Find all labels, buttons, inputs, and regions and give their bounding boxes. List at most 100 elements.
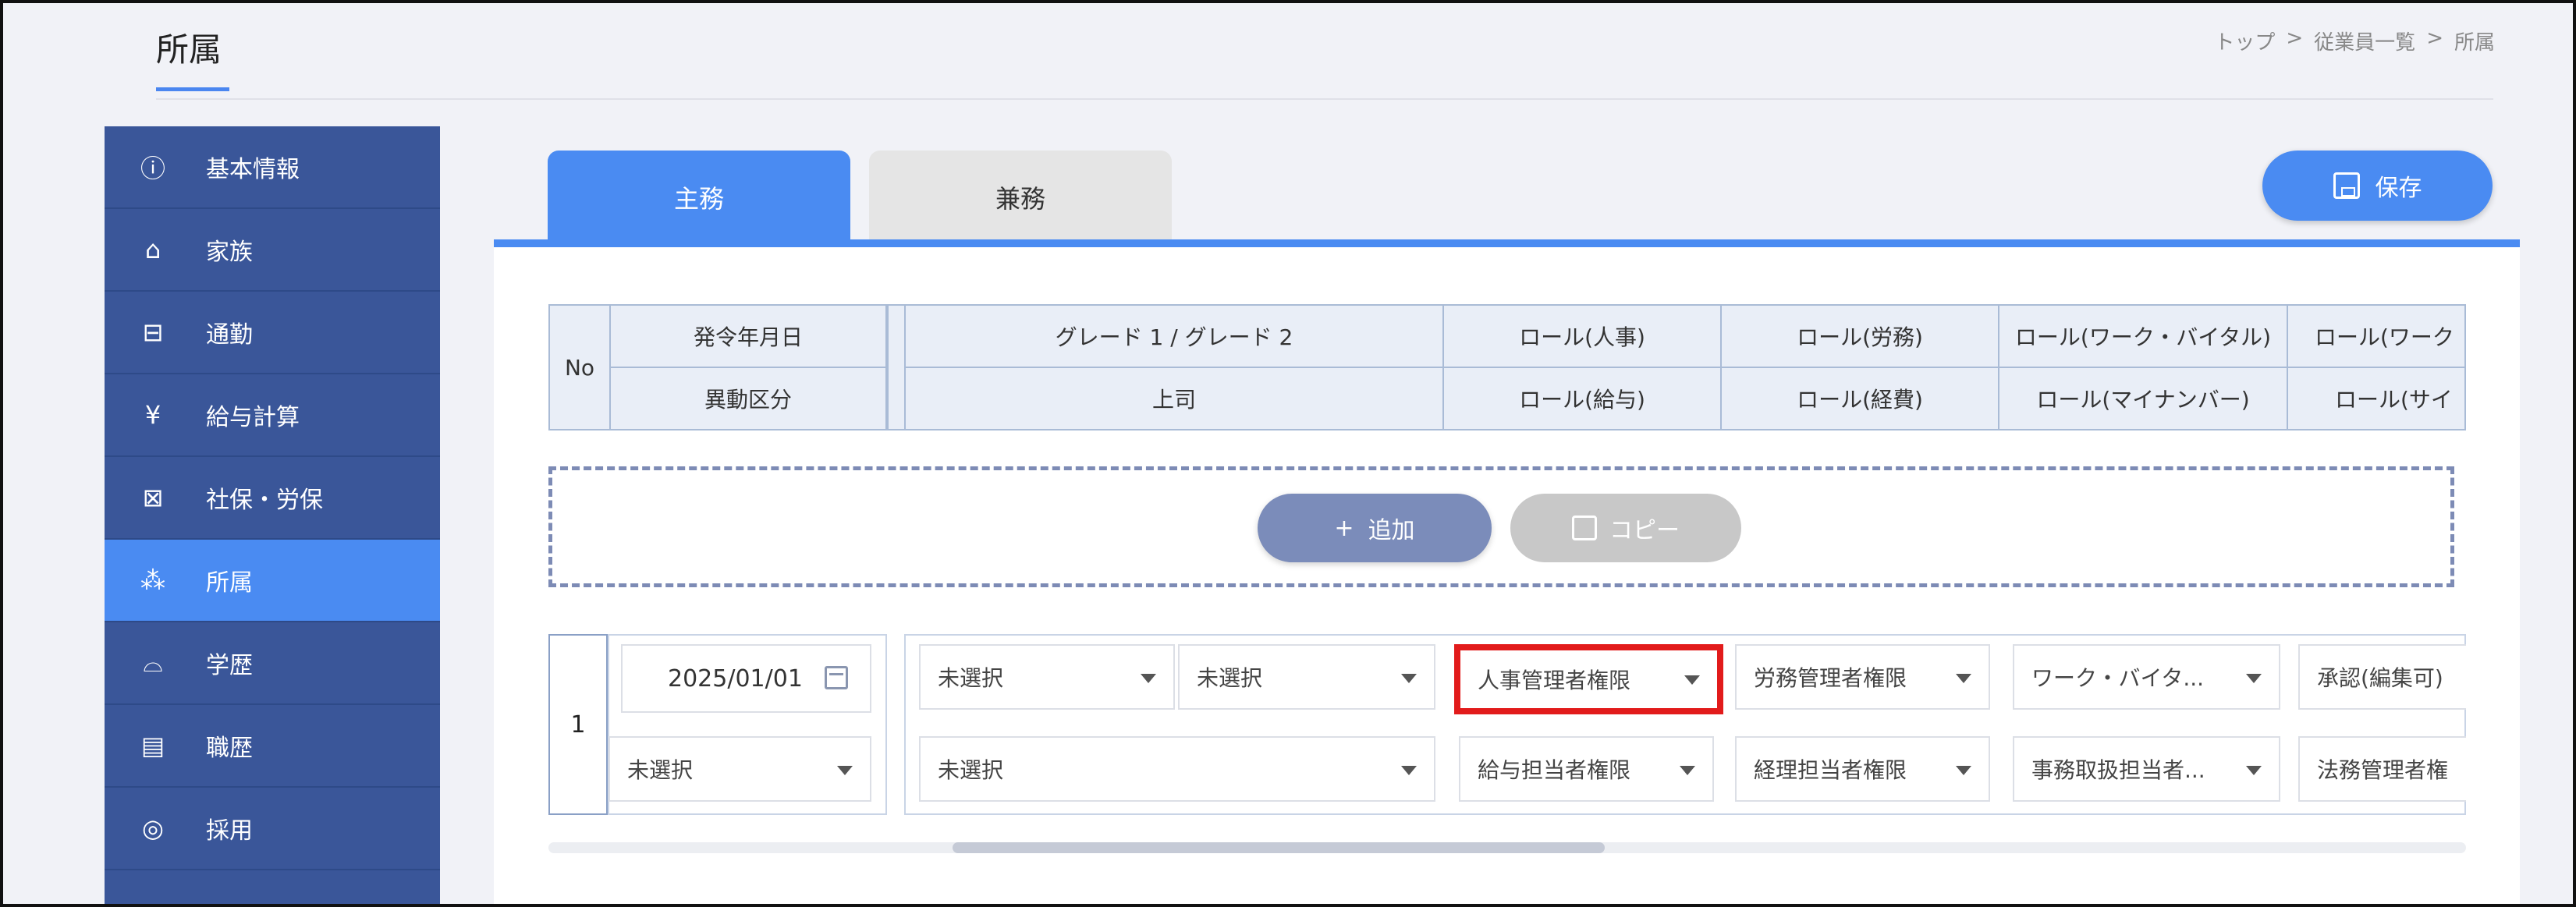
breadcrumb: トップ > 従業員一覧 > 所属 [2214, 27, 2495, 55]
role-labor-select[interactable]: 労務管理者権限 [1735, 644, 1990, 710]
chevron-down-icon [837, 766, 853, 775]
grade2-select[interactable]: 未選択 [1178, 644, 1435, 710]
issue-date-input[interactable]: 2025/01/01 [621, 644, 871, 713]
yen-icon: ¥ [144, 400, 161, 430]
sidebar-item-recruitment[interactable]: ◎ 採用 [105, 788, 440, 870]
tab-primary-duty[interactable]: 主務 [548, 151, 850, 244]
sidebar-item-affiliation[interactable]: ⁂ 所属 [105, 540, 440, 622]
role-mynumber-select[interactable]: 事務取扱担当者... [2013, 736, 2280, 802]
copy-button[interactable]: コピー [1510, 494, 1741, 562]
header-role-sign: ロール(サイ [2287, 367, 2466, 430]
header-role-expense: ロール(経費) [1720, 367, 1999, 430]
add-row-dropzone [548, 466, 2454, 587]
breadcrumb-top[interactable]: トップ [2214, 27, 2275, 55]
select-value: 承認(編集可) [2317, 665, 2443, 691]
chevron-down-icon [1401, 674, 1417, 683]
train-icon: ⊟ [142, 317, 164, 347]
select-value: 労務管理者権限 [1754, 665, 1907, 691]
header-role-mynumber: ロール(マイナンバー) [1998, 367, 2288, 430]
select-value: 事務取扱担当者... [2031, 757, 2205, 783]
role-work-vital-select[interactable]: ワーク・バイタ... [2013, 644, 2280, 710]
floppy-disk-icon [2333, 172, 2360, 199]
breadcrumb-employee-list[interactable]: 従業員一覧 [2314, 27, 2415, 55]
insurance-icon: ⊠ [142, 483, 164, 512]
header-role-payroll: ロール(給与) [1442, 367, 1722, 430]
page-title-underline [156, 87, 229, 91]
select-value: 法務管理者権 [2317, 757, 2449, 783]
header-role-hr: ロール(人事) [1442, 304, 1722, 368]
copy-button-label: コピー [1609, 517, 1680, 544]
header-boss: 上司 [904, 367, 1444, 430]
copy-icon [1572, 516, 1597, 540]
header-issue-date: 発令年月日 [609, 304, 887, 368]
sidebar: ⓘ 基本情報 ⌂ 家族 ⊟ 通勤 ¥ 給与計算 ⊠ 社保・労保 ⁂ 所属 ⌓ 学歴 ▤ 職歴 ◎… [105, 126, 440, 907]
sidebar-item-work-history[interactable]: ▤ 職歴 [105, 705, 440, 788]
select-value: 給与担当者権限 [1478, 757, 1631, 783]
role-work2-select[interactable]: 承認(編集可) [2298, 644, 2466, 710]
header-role-labor: ロール(労務) [1720, 304, 1999, 368]
tab-concurrent-duty[interactable]: 兼務 [869, 151, 1172, 244]
sidebar-item-label: 学歴 [206, 652, 253, 679]
chevron-down-icon [1956, 766, 1971, 775]
sidebar-item-label: 給与計算 [206, 404, 300, 431]
sidebar-item-label: 採用 [206, 817, 253, 845]
select-value: 未選択 [627, 757, 694, 783]
header-role-work2: ロール(ワーク [2287, 304, 2466, 368]
sidebar-item-label: 所属 [206, 569, 253, 597]
grade1-select[interactable]: 未選択 [919, 644, 1175, 710]
plus-icon: + [1334, 514, 1354, 542]
role-hr-select[interactable]: 人事管理者権限 [1454, 644, 1723, 714]
sidebar-item-education[interactable]: ⌓ 学歴 [105, 622, 440, 705]
add-button-label: 追加 [1368, 517, 1415, 544]
calendar-icon[interactable] [825, 666, 848, 689]
header-divider [156, 98, 2493, 100]
chevron-down-icon [1141, 674, 1156, 683]
header-role-work-vital: ロール(ワーク・バイタル) [1998, 304, 2288, 368]
header-transfer-type: 異動区分 [609, 367, 887, 430]
breadcrumb-separator: > [2426, 27, 2443, 50]
sidebar-item-insurance[interactable]: ⊠ 社保・労保 [105, 457, 440, 540]
sidebar-item-label: 基本情報 [206, 156, 300, 183]
role-expense-select[interactable]: 経理担当者権限 [1735, 736, 1990, 802]
sidebar-item-label: 職歴 [206, 735, 253, 762]
issue-date-value: 2025/01/01 [668, 664, 803, 693]
sidebar-item-label: 社保・労保 [206, 487, 323, 514]
header-spacer [887, 304, 906, 430]
breadcrumb-current: 所属 [2454, 31, 2495, 55]
graduation-cap-icon: ⌓ [143, 647, 163, 678]
sidebar-item-family[interactable]: ⌂ 家族 [105, 209, 440, 292]
select-value: 未選択 [1197, 665, 1263, 691]
role-payroll-select[interactable]: 給与担当者権限 [1459, 736, 1714, 802]
add-button[interactable]: + 追加 [1258, 494, 1492, 562]
select-value: 経理担当者権限 [1754, 757, 1907, 783]
select-value: ワーク・バイタ... [2031, 665, 2205, 691]
sidebar-item-label: 家族 [206, 239, 253, 266]
row-number: 1 [548, 634, 608, 815]
chevron-down-icon [1680, 766, 1695, 775]
tab-underline [494, 239, 2520, 247]
horizontal-scrollbar-thumb[interactable] [953, 842, 1605, 853]
role-sign-select[interactable]: 法務管理者権 [2298, 736, 2466, 802]
chevron-down-icon [2246, 766, 2262, 775]
save-button[interactable]: 保存 [2262, 151, 2493, 221]
chevron-down-icon [1684, 675, 1700, 685]
sidebar-item-payroll[interactable]: ¥ 給与計算 [105, 374, 440, 457]
sidebar-item-basic-info[interactable]: ⓘ 基本情報 [105, 126, 440, 209]
sidebar-item-label: 通勤 [206, 321, 253, 349]
select-value: 未選択 [938, 757, 1004, 783]
header-grade: グレード 1 / グレード 2 [904, 304, 1444, 368]
document-icon: ▤ [140, 731, 165, 760]
transfer-type-select[interactable]: 未選択 [609, 736, 871, 802]
page-title: 所属 [156, 30, 222, 69]
chevron-down-icon [1956, 674, 1971, 683]
select-value: 未選択 [938, 665, 1004, 691]
sidebar-item-commute[interactable]: ⊟ 通勤 [105, 292, 440, 374]
org-chart-icon: ⁂ [140, 565, 165, 595]
header-no: No [548, 304, 611, 430]
select-value: 人事管理者権限 [1478, 668, 1631, 693]
boss-select[interactable]: 未選択 [919, 736, 1435, 802]
magnifier-icon: ◎ [142, 813, 164, 843]
breadcrumb-separator: > [2286, 27, 2304, 50]
info-icon: ⓘ [140, 154, 165, 183]
chevron-down-icon [2246, 674, 2262, 683]
